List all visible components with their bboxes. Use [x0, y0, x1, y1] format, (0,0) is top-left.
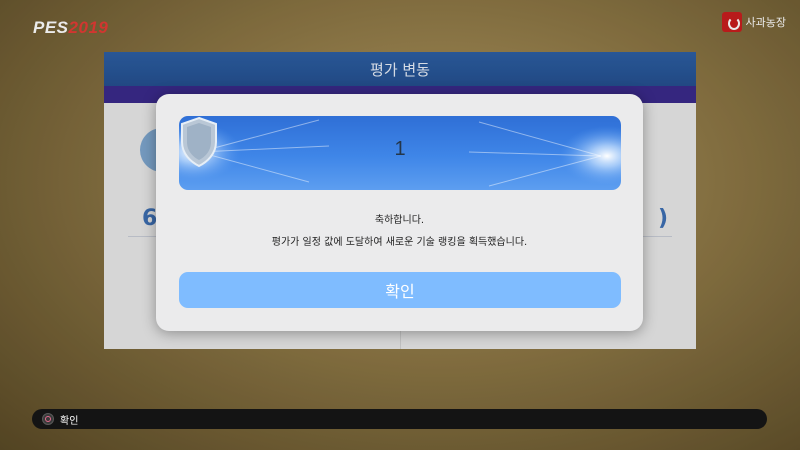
shield-icon	[181, 116, 217, 168]
confirm-button[interactable]: 확인	[179, 272, 621, 308]
rank-up-message: 평가가 일정 값에 도달하여 새로운 기술 랭킹을 획득했습니다.	[271, 237, 528, 248]
controller-hint-bar: 확인	[32, 409, 767, 429]
rank-up-dialog: 1 축하합니다. 평가가 일정 값에 도달하여 새로운 기술 랭킹을 획득했습니…	[156, 94, 643, 331]
congrats-message: 축하합니다.	[374, 215, 425, 226]
hint-confirm-label[interactable]: 확인	[60, 412, 78, 427]
circle-button-icon	[42, 413, 54, 425]
stadium-banner: 1	[179, 116, 621, 190]
rank-number: 1	[394, 138, 406, 160]
